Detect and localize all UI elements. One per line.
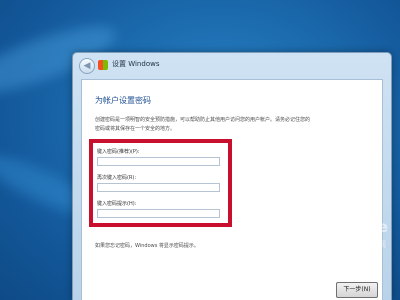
note-line-2: 如果您忘记密码，Windows 将显示密码提示。	[95, 243, 199, 249]
watermark-logo: PConline	[313, 218, 388, 236]
confirm-password-label: 再次键入密码(R):	[97, 175, 137, 181]
window-title: 设置 Windows	[112, 60, 160, 68]
password-input[interactable]	[97, 157, 220, 166]
description-line-2: 密码或将其保存在一个安全的地方。	[95, 126, 176, 132]
windows-logo-icon	[98, 60, 108, 70]
confirm-password-input[interactable]	[97, 183, 220, 192]
password-hint-input[interactable]	[97, 209, 220, 218]
description-line-1: 创建密码是一项明智的安全预防措施，可以帮助防止其他用户访问您的用户帐户。请务必记…	[95, 117, 311, 123]
watermark-subtitle: 太平洋电脑网	[328, 240, 388, 249]
password-hint-label: 键入密码提示(H):	[97, 201, 137, 207]
page-title: 为帐户设置密码	[95, 96, 151, 105]
password-label: 键入密码(推荐)(P):	[97, 149, 140, 155]
next-button[interactable]: 下一步(N)	[336, 282, 378, 298]
watermark: PConline 太平洋电脑网	[288, 218, 392, 268]
title-bar: ◀ 设置 Windows	[73, 53, 391, 77]
back-arrow-icon[interactable]: ◀	[79, 58, 95, 74]
